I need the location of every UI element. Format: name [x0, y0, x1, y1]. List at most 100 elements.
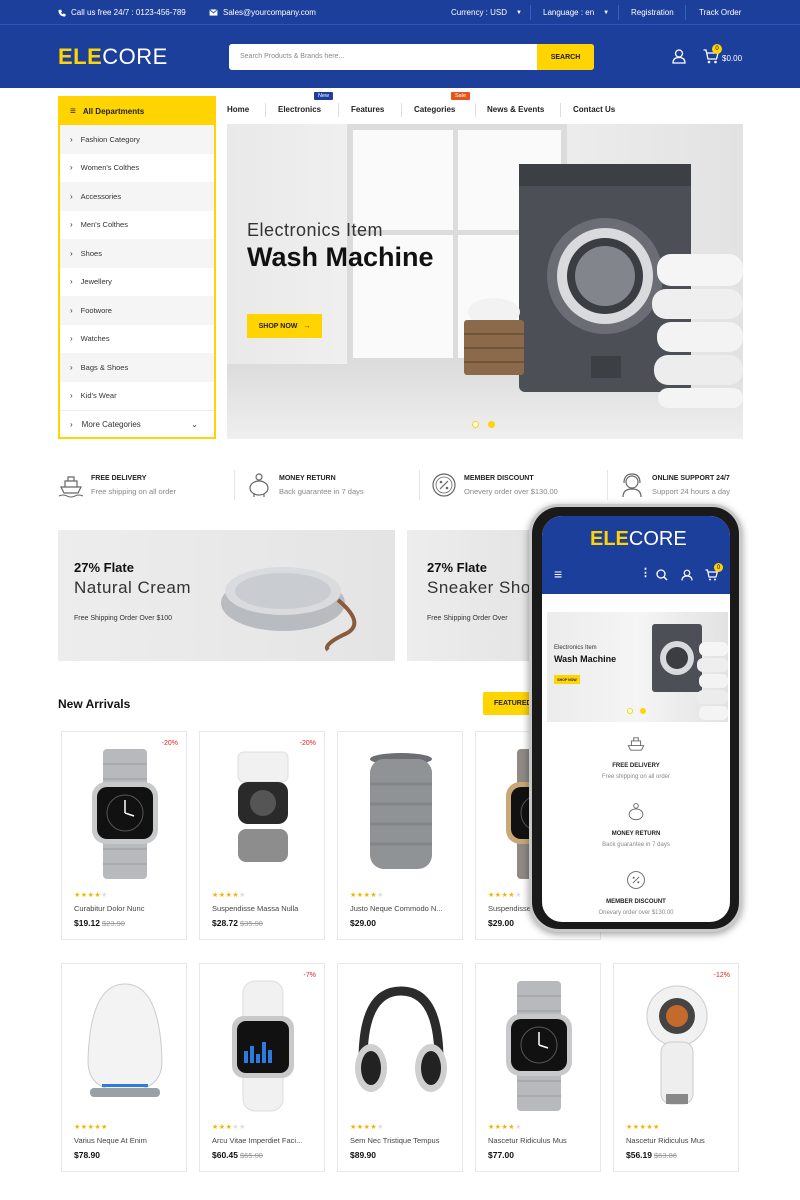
ship-icon	[58, 476, 84, 498]
track-order-link[interactable]: Track Order	[699, 8, 741, 17]
product-image[interactable]	[62, 744, 186, 884]
search-button[interactable]: SEARCH	[537, 44, 594, 70]
more-vertical-icon[interactable]: ⋮	[640, 566, 651, 579]
product-card[interactable]: -20% ★★★★★ Suspendisse Massa Nulla $28.72 $3…	[199, 731, 325, 940]
product-card[interactable]: ★★★★★ Nascetur Ridiculus Mus $77.00	[475, 963, 601, 1172]
slider-dot-1[interactable]	[472, 421, 479, 428]
star-icon: ★	[74, 892, 81, 899]
product-name[interactable]: Curabitur Dolor Nunc	[74, 904, 184, 913]
product-card[interactable]: -12% ★★★★★ Nascetur Ridiculus Mus $56.19 $63…	[613, 963, 739, 1172]
product-image[interactable]	[338, 744, 462, 884]
site-logo[interactable]: ELECORE	[58, 44, 168, 70]
slider-dot-2[interactable]	[640, 708, 646, 714]
star-icon: ★	[494, 892, 502, 899]
product-name[interactable]: Nascetur Ridiculus Mus	[488, 1136, 598, 1145]
nav-news-events[interactable]: News & Events	[487, 105, 544, 114]
mobile-shop-now-button[interactable]: SHOP NOW	[554, 675, 580, 684]
towels-image	[697, 642, 728, 720]
product-card[interactable]: ★★★★★ Justo Neque Commodo N... $29.00	[337, 731, 463, 940]
discount-badge-icon	[627, 871, 645, 889]
product-card[interactable]: ★★★★★ Sem Nec Tristique Tempus $89.90	[337, 963, 463, 1172]
phone-info: Call us free 24/7 : 0123-456-789	[58, 8, 186, 17]
shop-now-button[interactable]: SHOP NOW →	[247, 314, 322, 338]
department-label: Women's Colthes	[80, 163, 140, 173]
user-icon[interactable]	[672, 49, 686, 64]
product-name[interactable]: Suspendisse Massa Nulla	[212, 904, 322, 913]
departments-title: All Departments	[82, 107, 145, 116]
currency-dropdown[interactable]: Currency : USD ▼	[451, 8, 522, 17]
product-image[interactable]	[614, 976, 738, 1116]
chevron-right-icon: ›	[70, 391, 73, 401]
hero-subtitle: Electronics Item	[247, 220, 384, 240]
product-card[interactable]: -20% ★★★★★ Curabitur Dolor Nunc $19.12 $23.9…	[61, 731, 187, 940]
promo-banner-cream[interactable]: 27% Flate Natural Cream Free Shipping Or…	[58, 530, 395, 661]
department-item[interactable]: › Men's Colthes	[60, 211, 214, 240]
divider	[338, 103, 339, 117]
registration-link[interactable]: Registration	[631, 8, 674, 17]
rating-stars: ★★★★★	[74, 1123, 108, 1131]
product-name[interactable]: Nascetur Ridiculus Mus	[626, 1136, 736, 1145]
product-card[interactable]: ★★★★★ Varius Neque At Enim $78.90	[61, 963, 187, 1172]
department-label: Footwore	[80, 305, 112, 315]
mobile-hero[interactable]: Electronics Item Wash Machine SHOP NOW	[547, 612, 728, 722]
phone-icon	[58, 9, 66, 17]
department-item[interactable]: › Shoes	[60, 239, 214, 268]
features-strip: FREE DELIVERY Free shipping on all order…	[58, 470, 748, 502]
more-categories[interactable]: › More Categories ⌄	[60, 410, 214, 438]
department-item[interactable]: › Kid's Wear	[60, 382, 214, 411]
product-price: $89.90	[350, 1150, 376, 1160]
search-input[interactable]: Search Products & Brands here...	[240, 53, 344, 60]
hero-slider[interactable]: Electronics Item Wash Machine SHOP NOW →	[227, 124, 743, 439]
product-name[interactable]: Justo Neque Commodo N...	[350, 904, 460, 913]
language-dropdown[interactable]: Language : en ▼	[543, 8, 609, 17]
rating-stars: ★★★★★	[74, 891, 108, 899]
departments-header[interactable]: ≡ All Departments	[60, 98, 214, 125]
hamburger-menu-icon[interactable]: ≡	[554, 566, 562, 582]
product-image[interactable]	[200, 744, 324, 884]
product-price: $28.72 $35.90	[212, 918, 263, 928]
feature-title: MEMBER DISCOUNT	[464, 475, 534, 482]
nav-electronics[interactable]: Electronics	[278, 105, 321, 114]
phone-screen: ELECORE ≡ ⋮ 0 Electronics Item Wash Mach…	[542, 516, 730, 922]
slider-dot-1[interactable]	[627, 708, 633, 714]
nav-categories[interactable]: Categories	[414, 105, 455, 114]
phone-mockup: ELECORE ≡ ⋮ 0 Electronics Item Wash Mach…	[529, 504, 742, 932]
email-info[interactable]: Sales@yourcompany.com	[209, 8, 316, 17]
department-item[interactable]: › Footwore	[60, 296, 214, 325]
product-card[interactable]: -7% ★★★★★ Arcu Vitae Imperdiet Faci... $60.…	[199, 963, 325, 1172]
slider-dot-2[interactable]	[488, 421, 495, 428]
current-price: $77.00	[488, 1150, 514, 1160]
department-item[interactable]: › Women's Colthes	[60, 154, 214, 183]
ship-icon	[627, 737, 645, 751]
star-icon: ★	[80, 1124, 88, 1131]
mobile-logo[interactable]: ELECORE	[590, 528, 687, 551]
department-item[interactable]: › Fashion Category	[60, 125, 214, 154]
department-item[interactable]: › Accessories	[60, 182, 214, 211]
nav-home[interactable]: Home	[227, 105, 249, 114]
nav-contact[interactable]: Contact Us	[573, 105, 615, 114]
product-name[interactable]: Arcu Vitae Imperdiet Faci...	[212, 1136, 322, 1145]
search-icon[interactable]	[656, 569, 668, 581]
product-name[interactable]: Sem Nec Tristique Tempus	[350, 1136, 460, 1145]
email-text: Sales@yourcompany.com	[223, 8, 316, 17]
divider	[530, 5, 531, 20]
feature-title: FREE DELIVERY	[612, 763, 660, 769]
promo-banner-sneaker[interactable]: 27% Flate Sneaker Sho Free Shipping Orde…	[407, 530, 537, 661]
logo-rest: CORE	[628, 528, 687, 550]
product-image[interactable]	[200, 976, 324, 1116]
department-item[interactable]: › Jewellery	[60, 268, 214, 297]
department-item[interactable]: › Bags & Shoes	[60, 353, 214, 382]
divider	[607, 470, 608, 500]
product-image[interactable]	[62, 976, 186, 1116]
product-image[interactable]	[476, 976, 600, 1116]
mobile-hero-title: Wash Machine	[554, 654, 617, 664]
product-image[interactable]	[338, 976, 462, 1116]
feature-subtitle: Support 24 hours a day	[652, 487, 730, 496]
current-price: $56.19	[626, 1150, 652, 1160]
rating-stars: ★★★★★	[626, 1123, 660, 1131]
nav-features[interactable]: Features	[351, 105, 384, 114]
discount-badge: -20%	[299, 740, 316, 747]
user-icon[interactable]	[681, 569, 693, 581]
product-name[interactable]: Varius Neque At Enim	[74, 1136, 184, 1145]
department-item[interactable]: › Watches	[60, 325, 214, 354]
